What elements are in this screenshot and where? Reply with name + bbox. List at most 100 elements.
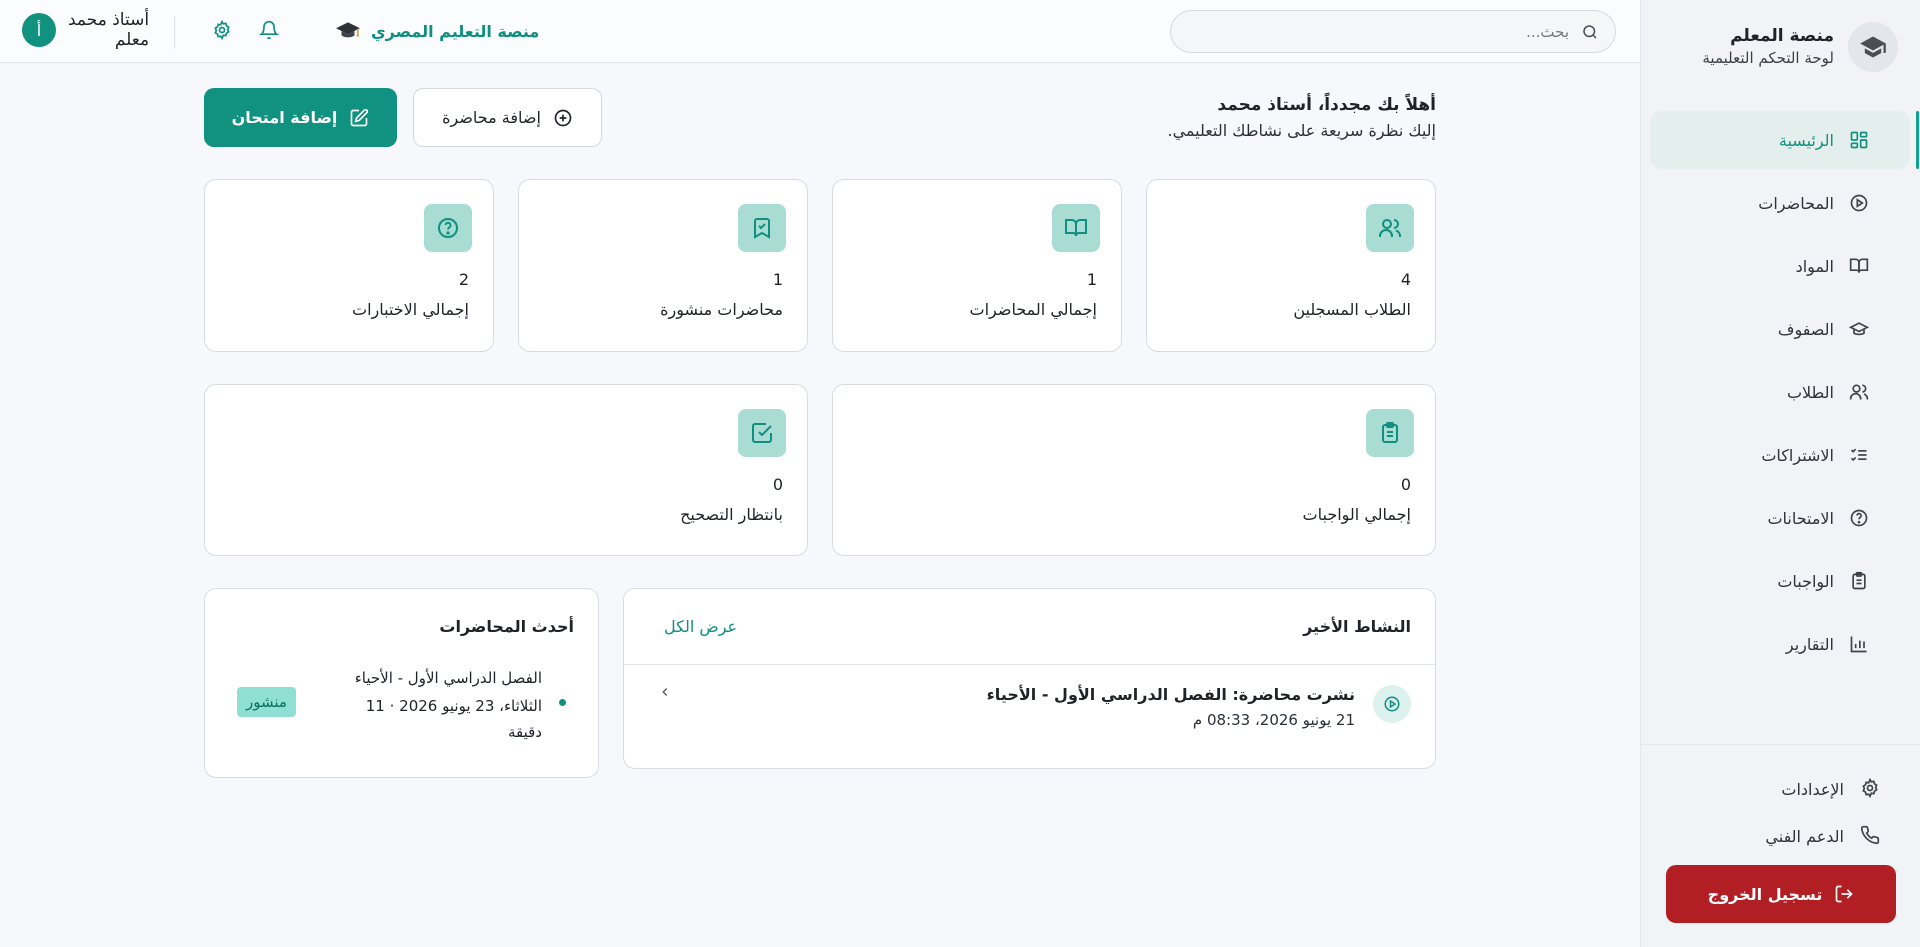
users-icon bbox=[1366, 204, 1414, 252]
stat-value: 2 bbox=[458, 270, 469, 289]
recent-activity-panel: النشاط الأخير عرض الكل نشرت محاضرة: الفص… bbox=[623, 588, 1436, 769]
notifications-bell-icon[interactable] bbox=[255, 20, 279, 44]
graduation-cap-icon bbox=[1848, 318, 1870, 340]
settings-label: الإعدادات bbox=[1781, 779, 1844, 799]
book-open-icon bbox=[1052, 204, 1100, 252]
add-exam-label: إضافة امتحان bbox=[231, 108, 338, 127]
sidebar-item-label: الصفوف bbox=[1777, 319, 1834, 339]
add-lecture-button[interactable]: إضافة محاضرة bbox=[413, 88, 602, 147]
settings-gear-icon[interactable] bbox=[208, 20, 232, 44]
activity-date: 21 يونيو 2026، 08:33 م bbox=[1192, 711, 1355, 729]
sidebar-item-label: الرئيسية bbox=[1778, 130, 1834, 150]
topbar-divider bbox=[174, 16, 175, 49]
bar-chart-icon bbox=[1848, 633, 1870, 655]
settings-link[interactable]: الإعدادات bbox=[1781, 778, 1880, 800]
bookmark-check-icon bbox=[738, 204, 786, 252]
lecture-name[interactable]: الفصل الدراسي الأول - الأحياء bbox=[355, 669, 542, 687]
brand-subtitle: لوحة التحكم التعليمية bbox=[1702, 49, 1834, 67]
stat-value: 1 bbox=[772, 270, 783, 289]
stat-value: 1 bbox=[1086, 270, 1097, 289]
phone-icon bbox=[1858, 825, 1880, 847]
topbar: منصة التعليم المصري أستاذ محمد معلم أ bbox=[0, 0, 1640, 63]
latest-lectures-panel: أحدث المحاضرات الفصل الدراسي الأول - الأ… bbox=[204, 588, 599, 778]
sidebar-nav: الرئيسية المحاضرات المواد الصفوف الطلاب … bbox=[1640, 111, 1920, 678]
add-exam-button[interactable]: إضافة امتحان bbox=[204, 88, 397, 147]
sidebar-item-classes[interactable]: الصفوف bbox=[1650, 300, 1910, 358]
edit-square-icon bbox=[349, 108, 369, 128]
add-lecture-label: إضافة محاضرة bbox=[442, 108, 541, 127]
gear-icon bbox=[1858, 778, 1880, 800]
stat-value: 4 bbox=[1400, 270, 1411, 289]
clipboard-list-icon bbox=[1366, 409, 1414, 457]
support-link[interactable]: الدعم الفني bbox=[1765, 825, 1880, 847]
lecture-date: الثلاثاء، 23 يونيو 2026 · 11 bbox=[365, 697, 542, 715]
search-box[interactable] bbox=[1170, 10, 1616, 53]
sidebar-item-home[interactable]: الرئيسية bbox=[1650, 111, 1919, 169]
stat-card-published: 1 محاضرات منشورة bbox=[518, 179, 808, 352]
sidebar-item-students[interactable]: الطلاب bbox=[1650, 363, 1910, 421]
stat-label: محاضرات منشورة bbox=[660, 300, 783, 319]
user-role: معلم bbox=[114, 30, 150, 50]
stat-card-pending-grading: 0 بانتظار التصحيح bbox=[204, 384, 808, 556]
graduation-cap-avatar-icon bbox=[1848, 22, 1898, 72]
sidebar-item-assignments[interactable]: الواجبات bbox=[1650, 552, 1910, 610]
stat-label: إجمالي الاختبارات bbox=[352, 300, 469, 319]
sidebar-item-lectures[interactable]: المحاضرات bbox=[1650, 174, 1910, 232]
sidebar-item-label: الاشتراكات bbox=[1761, 445, 1834, 465]
user-avatar: أ bbox=[22, 13, 56, 47]
sidebar-item-subjects[interactable]: المواد bbox=[1650, 237, 1910, 295]
help-circle-icon bbox=[1848, 507, 1870, 529]
sidebar-item-label: الامتحانات bbox=[1767, 508, 1834, 528]
app-root: منصة المعلم لوحة التحكم التعليمية الرئيس… bbox=[0, 0, 1920, 947]
sidebar-item-label: المواد bbox=[1795, 256, 1834, 276]
play-circle-icon bbox=[1373, 685, 1411, 723]
logout-button[interactable]: تسجيل الخروج bbox=[1666, 865, 1896, 923]
chevron-left-icon[interactable] bbox=[658, 685, 672, 699]
welcome-title: أهلاً بك مجدداً، أستاذ محمد bbox=[1217, 95, 1436, 115]
list-check-icon bbox=[1848, 444, 1870, 466]
sidebar-divider bbox=[1640, 744, 1920, 745]
check-square-icon bbox=[738, 409, 786, 457]
support-label: الدعم الفني bbox=[1765, 826, 1844, 846]
view-all-link[interactable]: عرض الكل bbox=[664, 617, 737, 636]
sidebar-item-label: الطلاب bbox=[1786, 382, 1834, 402]
stat-card-assignments: 0 إجمالي الواجبات bbox=[832, 384, 1436, 556]
recent-activity-title: النشاط الأخير bbox=[1303, 617, 1411, 636]
sidebar-item-label: التقارير bbox=[1785, 634, 1834, 654]
stat-label: إجمالي المحاضرات bbox=[969, 300, 1097, 319]
latest-lectures-title: أحدث المحاضرات bbox=[439, 617, 574, 636]
welcome-block: أهلاً بك مجدداً، أستاذ محمد إليك نظرة سر… bbox=[1168, 92, 1437, 144]
dashboard-grid-icon bbox=[1848, 129, 1870, 151]
activity-title: نشرت محاضرة: الفصل الدراسي الأول - الأحي… bbox=[986, 685, 1355, 704]
stat-card-quizzes: 2 إجمالي الاختبارات bbox=[204, 179, 494, 352]
sidebar-item-reports[interactable]: التقارير bbox=[1650, 615, 1910, 673]
play-circle-icon bbox=[1848, 192, 1870, 214]
sidebar-brand: منصة المعلم لوحة التحكم التعليمية bbox=[1702, 22, 1898, 72]
stat-label: إجمالي الواجبات bbox=[1302, 505, 1411, 524]
sidebar-item-label: المحاضرات bbox=[1758, 193, 1834, 213]
status-dot bbox=[559, 699, 566, 706]
user-menu[interactable]: أستاذ محمد معلم أ bbox=[22, 10, 149, 50]
book-open-icon bbox=[1848, 255, 1870, 277]
sidebar: منصة المعلم لوحة التحكم التعليمية الرئيس… bbox=[1640, 0, 1920, 947]
logout-label: تسجيل الخروج bbox=[1707, 884, 1823, 904]
user-name: أستاذ محمد bbox=[68, 10, 150, 30]
search-icon bbox=[1581, 23, 1599, 41]
sidebar-item-label: الواجبات bbox=[1777, 571, 1834, 591]
plus-circle-icon bbox=[553, 108, 573, 128]
lecture-duration: دقيقة bbox=[507, 723, 542, 741]
brand-title: منصة المعلم bbox=[1730, 26, 1834, 46]
search-input[interactable] bbox=[1209, 22, 1569, 41]
welcome-subtitle: إليك نظرة سريعة على نشاطك التعليمي. bbox=[1167, 121, 1437, 140]
platform-name: منصة التعليم المصري bbox=[371, 21, 540, 41]
sidebar-item-exams[interactable]: الامتحانات bbox=[1650, 489, 1910, 547]
stat-card-students: 4 الطلاب المسجلين bbox=[1146, 179, 1436, 352]
status-badge: منشور bbox=[237, 687, 296, 717]
logout-icon bbox=[1834, 884, 1854, 904]
stat-value: 0 bbox=[1400, 475, 1411, 494]
activity-item[interactable]: نشرت محاضرة: الفصل الدراسي الأول - الأحي… bbox=[648, 685, 1411, 735]
stat-value: 0 bbox=[772, 475, 783, 494]
stat-label: بانتظار التصحيح bbox=[680, 505, 783, 524]
stat-card-lectures: 1 إجمالي المحاضرات bbox=[832, 179, 1122, 352]
sidebar-item-subscriptions[interactable]: الاشتراكات bbox=[1650, 426, 1910, 484]
